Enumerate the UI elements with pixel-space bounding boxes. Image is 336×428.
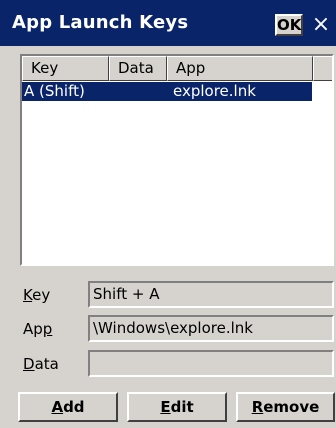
list-header: Key Data App [22,56,332,81]
close-icon[interactable]: × [308,12,334,38]
column-header-app[interactable]: App [167,56,313,81]
data-label: Data [23,355,59,373]
remove-button[interactable]: Remove [236,392,335,422]
app-launch-keys-list[interactable]: Key Data App A (Shift) explore.lnk [20,54,334,266]
key-field[interactable]: Shift + A [88,281,334,308]
key-label: Key [23,286,51,304]
column-header-filler [313,56,332,81]
ok-button[interactable]: OK [275,14,303,36]
app-label: App [23,320,53,338]
row-app: explore.lnk [173,82,256,100]
add-button[interactable]: Add [18,392,118,422]
title-bar: App Launch Keys OK × [0,0,336,46]
app-field[interactable]: \Windows\explore.lnk [88,315,334,342]
column-header-key[interactable]: Key [22,56,109,81]
list-row[interactable]: A (Shift) explore.lnk [22,82,312,101]
data-field[interactable] [88,350,334,377]
edit-button[interactable]: Edit [127,392,227,422]
column-header-data[interactable]: Data [109,56,167,81]
row-key: A (Shift) [24,82,85,100]
window-title: App Launch Keys [12,12,189,33]
